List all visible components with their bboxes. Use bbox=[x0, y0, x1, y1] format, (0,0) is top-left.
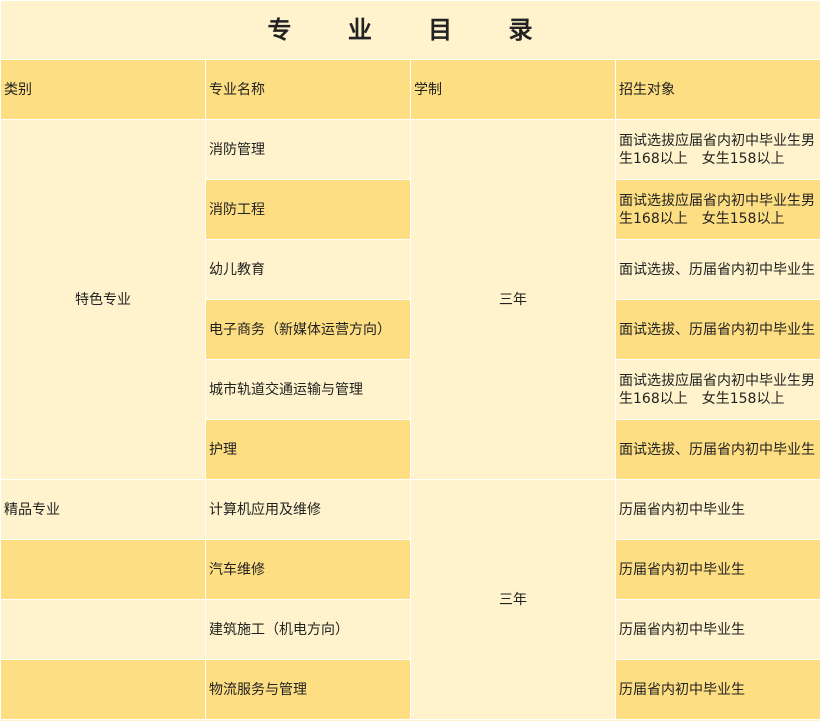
major-cell: 幼儿教育 bbox=[205, 239, 411, 300]
target-cell: 历届省内初中毕业生 bbox=[614, 599, 820, 660]
target-cell: 面试选拔、历届省内初中毕业生 bbox=[614, 239, 820, 300]
major-cell: 电子商务（新媒体运营方向） bbox=[205, 299, 411, 360]
major-catalog-table: 专 业 目 录 类别 专业名称 学制 招生对象 特色专业 消防管理 三年 面试选… bbox=[0, 0, 820, 720]
page-title: 专 业 目 录 bbox=[0, 0, 820, 60]
target-cell: 面试选拔应届省内初中毕业生男生168以上 女生158以上 bbox=[614, 359, 820, 420]
category-cell-empty bbox=[0, 539, 206, 600]
category-cell: 特色专业 bbox=[0, 119, 206, 480]
target-cell: 面试选拔应届省内初中毕业生男生168以上 女生158以上 bbox=[614, 179, 820, 240]
major-cell: 建筑施工（机电方向） bbox=[205, 599, 411, 660]
target-cell: 面试选拔、历届省内初中毕业生 bbox=[614, 419, 820, 480]
header-major: 专业名称 bbox=[205, 59, 411, 120]
target-cell: 历届省内初中毕业生 bbox=[614, 539, 820, 600]
category-cell-empty bbox=[0, 659, 206, 720]
major-cell: 消防工程 bbox=[205, 179, 411, 240]
duration-cell: 三年 bbox=[410, 479, 616, 720]
target-cell: 历届省内初中毕业生 bbox=[614, 479, 820, 540]
target-cell: 历届省内初中毕业生 bbox=[614, 659, 820, 720]
major-cell: 计算机应用及维修 bbox=[205, 479, 411, 540]
header-category: 类别 bbox=[0, 59, 206, 120]
major-cell: 汽车维修 bbox=[205, 539, 411, 600]
target-cell: 面试选拔、历届省内初中毕业生 bbox=[614, 299, 820, 360]
category-cell: 精品专业 bbox=[0, 479, 206, 540]
major-cell: 城市轨道交通运输与管理 bbox=[205, 359, 411, 420]
header-duration: 学制 bbox=[410, 59, 616, 120]
duration-cell: 三年 bbox=[410, 119, 616, 480]
header-target: 招生对象 bbox=[614, 59, 820, 120]
major-cell: 物流服务与管理 bbox=[205, 659, 411, 720]
category-cell-empty bbox=[0, 599, 206, 660]
major-cell: 护理 bbox=[205, 419, 411, 480]
target-cell: 面试选拔应届省内初中毕业生男生168以上 女生158以上 bbox=[614, 119, 820, 180]
major-cell: 消防管理 bbox=[205, 119, 411, 180]
